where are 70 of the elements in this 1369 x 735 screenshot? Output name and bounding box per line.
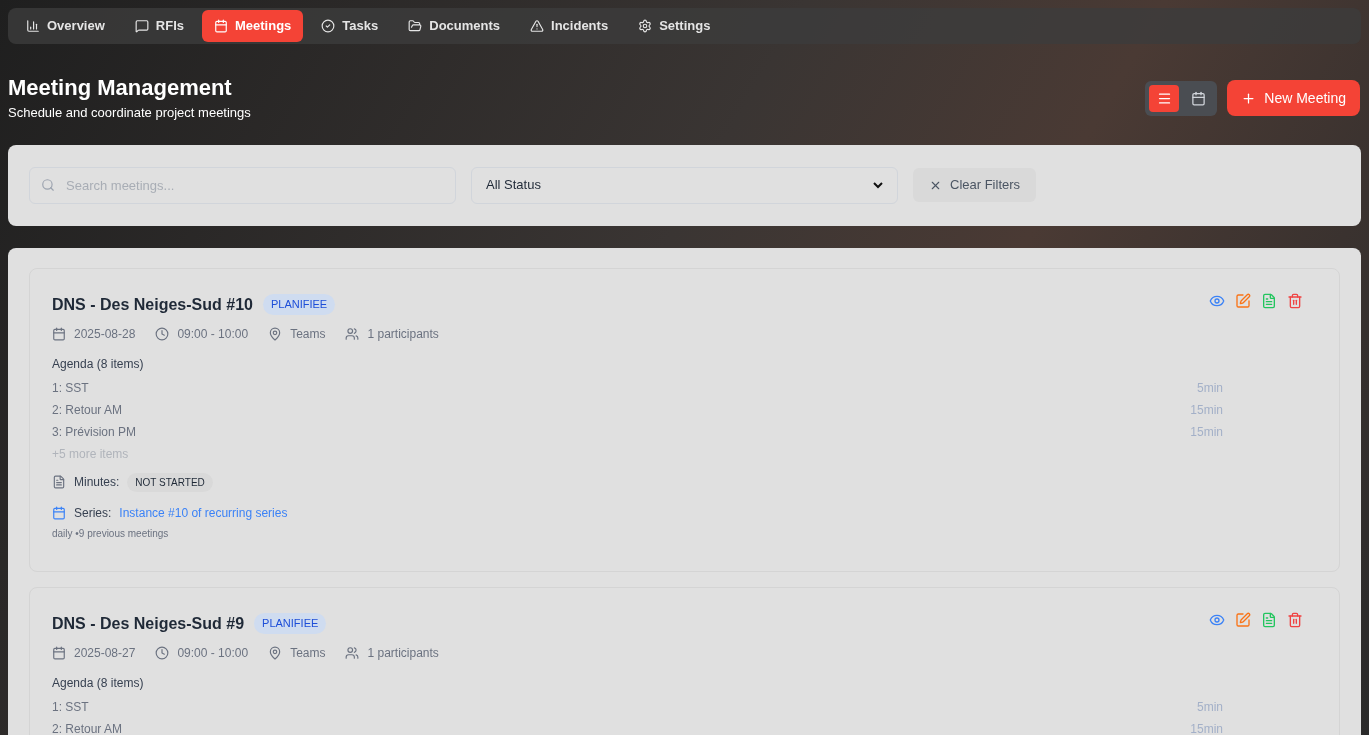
meeting-location: Teams (290, 325, 326, 343)
agenda-item: 2: Retour AM (52, 401, 123, 419)
participant-count: 1 participants (367, 325, 439, 343)
participant-count: 1 participants (367, 644, 439, 662)
clock-icon (155, 326, 170, 341)
status-badge: PLANIFIEE (254, 613, 327, 634)
people-icon (345, 645, 360, 660)
bar-chart-icon (26, 19, 40, 33)
nav-tab[interactable]: RFIs (122, 10, 196, 42)
warning-icon (530, 19, 545, 33)
agenda-duration: 15min (1190, 720, 1223, 735)
series-note: daily •9 previous meetings (52, 526, 170, 541)
plus-icon (1241, 90, 1257, 106)
document-icon[interactable] (1261, 611, 1277, 628)
series-label: Series: (74, 504, 112, 522)
agenda-item: 3: Prévision PM (52, 423, 137, 441)
location-pin-icon (268, 326, 283, 341)
calendar-icon (52, 326, 66, 341)
meeting-date: 2025-08-28 (74, 325, 136, 343)
folder-icon (408, 19, 423, 33)
chat-bubble-icon (134, 19, 149, 33)
meeting-title: DNS - Des Neiges-Sud #9 (52, 613, 245, 634)
delete-icon[interactable] (1287, 292, 1303, 309)
meeting-date: 2025-08-27 (74, 644, 136, 662)
page-subtitle: Schedule and coordinate project meetings (8, 104, 251, 122)
agenda-item: 2: Retour AM (52, 720, 123, 735)
nav-tab[interactable]: Tasks (309, 10, 391, 42)
calendar-icon (52, 645, 66, 660)
nav-tab[interactable]: Incidents (518, 10, 621, 42)
search-icon (41, 177, 55, 192)
calendar-icon (1190, 90, 1206, 106)
document-icon[interactable] (1261, 292, 1277, 309)
meeting-location: Teams (290, 644, 326, 662)
calendar-icon (214, 19, 228, 33)
nav-tab[interactable]: Overview (14, 10, 117, 42)
agenda-duration: 5min (1197, 698, 1223, 716)
agenda-heading: Agenda (8 items) (52, 674, 145, 692)
agenda-duration: 5min (1197, 379, 1223, 397)
document-icon (52, 475, 66, 489)
nav-tab[interactable]: Meetings (202, 10, 304, 42)
minutes-label: Minutes: (74, 474, 120, 491)
calendar-icon (52, 505, 66, 520)
agenda-item: 1: SST (52, 698, 89, 716)
nav-tab[interactable]: Documents (396, 10, 513, 42)
chevron-down-icon (873, 181, 883, 189)
clear-filters-button[interactable]: Clear Filters (913, 168, 1037, 202)
meeting-time: 09:00 - 10:00 (177, 325, 249, 343)
agenda-duration: 15min (1190, 401, 1223, 419)
search-field[interactable]: Search meetings... (29, 166, 456, 204)
page-title: Meeting Management (8, 74, 233, 102)
list-view-button[interactable] (1149, 84, 1180, 112)
people-icon (345, 326, 360, 341)
agenda-duration: 15min (1190, 423, 1223, 441)
clock-icon (155, 645, 170, 660)
status-badge: PLANIFIEE (262, 294, 336, 315)
edit-icon[interactable] (1235, 292, 1251, 309)
menu-icon (1156, 90, 1172, 106)
minutes-status-badge: NOT STARTED (127, 472, 213, 492)
agenda-item: 1: SST (52, 379, 89, 397)
delete-icon[interactable] (1287, 611, 1303, 628)
agenda-heading: Agenda (8 items) (52, 355, 145, 373)
status-dropdown[interactable]: All Status (471, 166, 898, 204)
location-pin-icon (268, 645, 283, 660)
settings-icon (638, 19, 653, 33)
edit-icon[interactable] (1235, 611, 1251, 628)
new-meeting-button[interactable]: New Meeting (1227, 80, 1360, 117)
check-circle-icon (321, 19, 336, 33)
meeting-title: DNS - Des Neiges-Sud #10 (52, 294, 253, 315)
meeting-time: 09:00 - 10:00 (177, 644, 249, 662)
nav-tab[interactable]: Settings (626, 10, 723, 42)
